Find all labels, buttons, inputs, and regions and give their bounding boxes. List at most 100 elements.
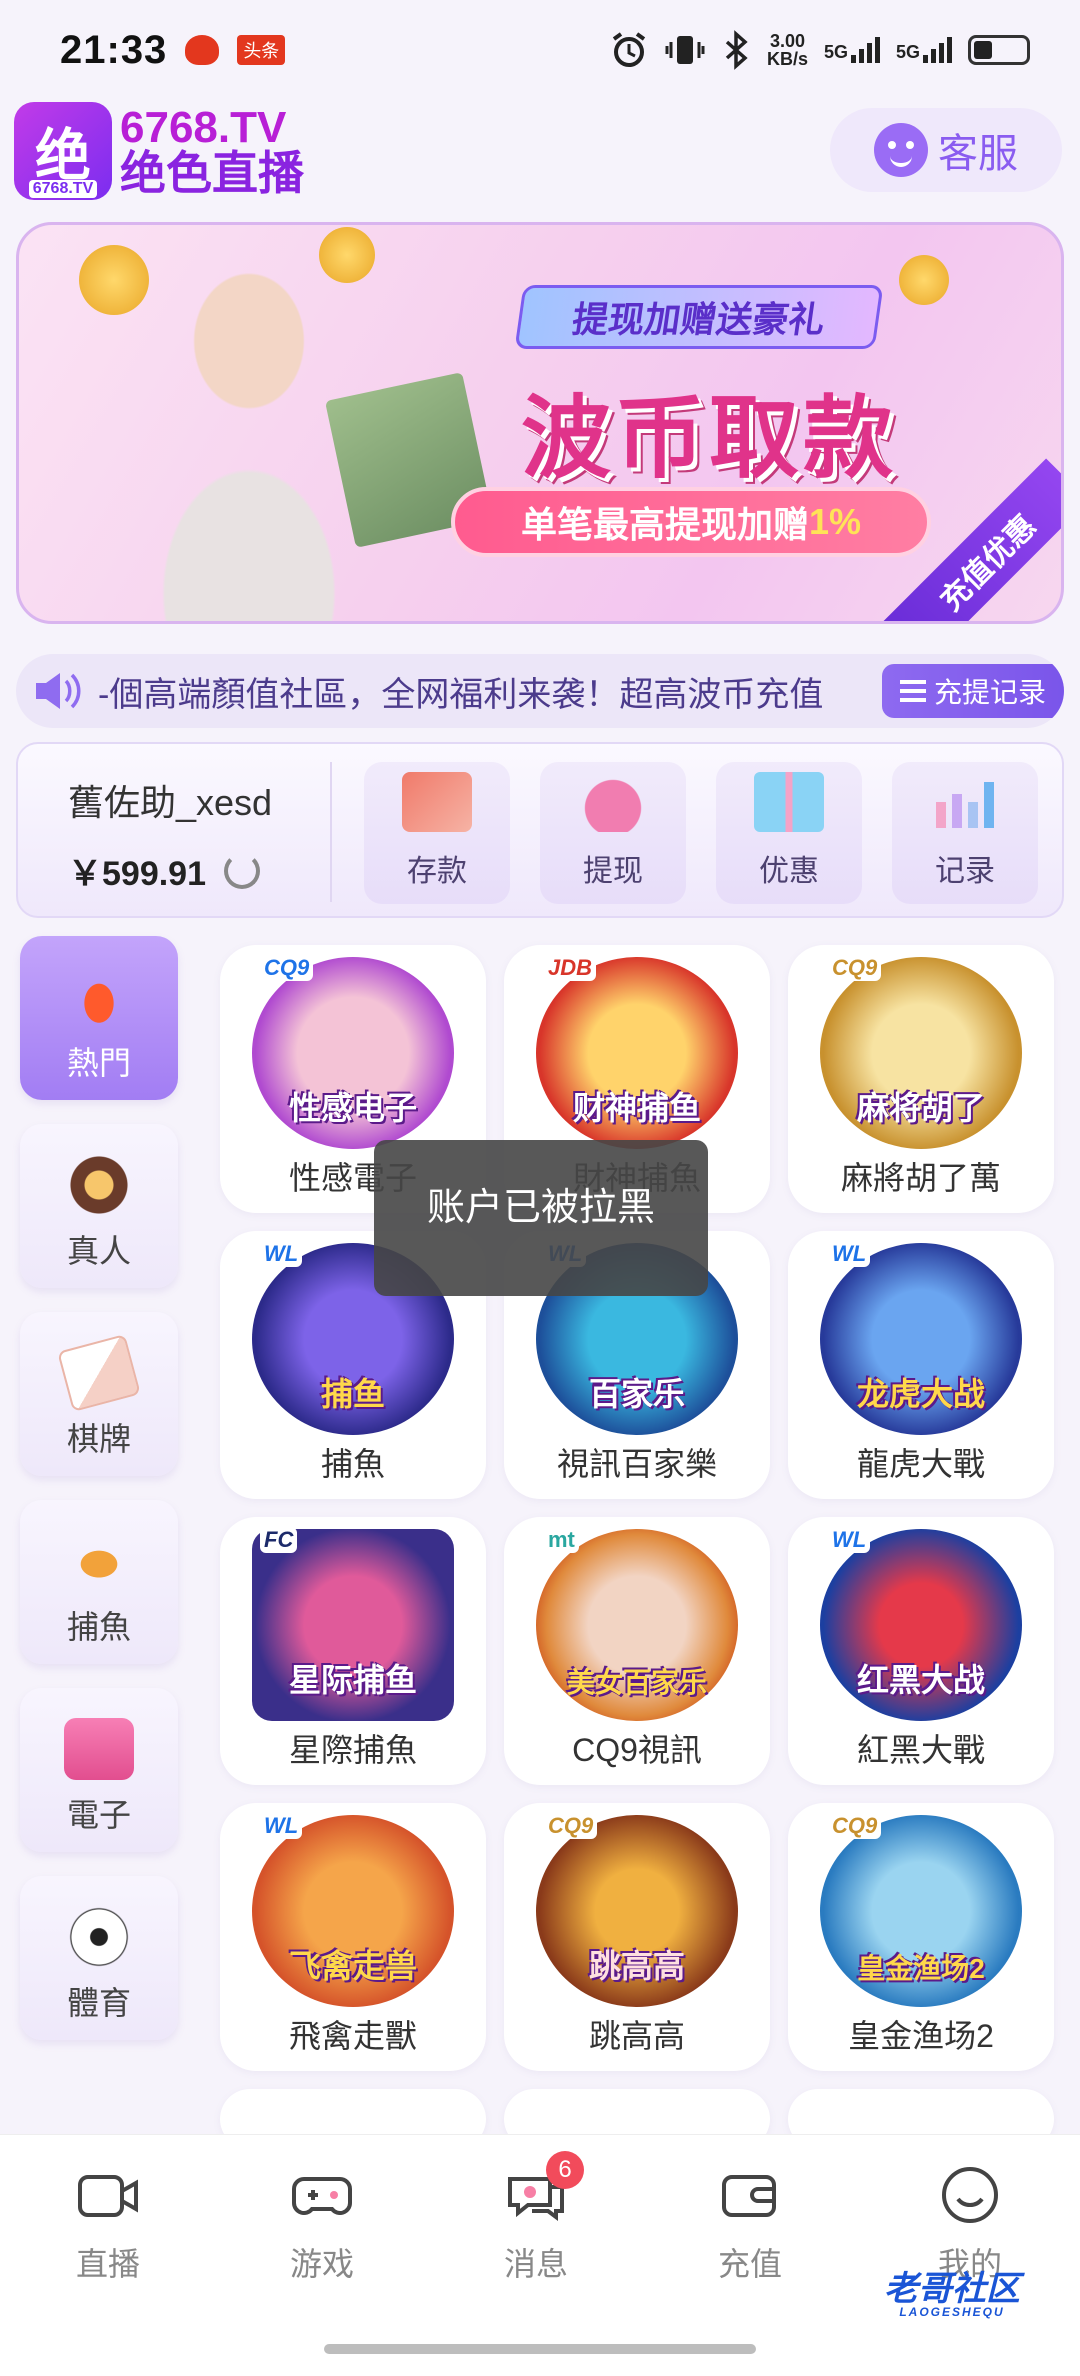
game-art: mt 美女百家乐 bbox=[536, 1527, 738, 1721]
game-card[interactable]: CQ9 麻将胡了 麻將胡了萬 bbox=[788, 945, 1054, 1213]
refresh-icon[interactable] bbox=[224, 852, 260, 889]
category-sidebar: 熱門 真人 棋牌 捕魚 電子 體育 bbox=[20, 936, 180, 2064]
wallet-icon bbox=[722, 2175, 776, 2217]
game-art-title: 财神捕鱼 bbox=[572, 1090, 701, 1126]
speed-unit: KB/s bbox=[766, 49, 808, 69]
game-art: CQ9 性感电子 bbox=[252, 955, 454, 1149]
camera-icon bbox=[78, 2175, 138, 2217]
game-card[interactable]: WL 龙虎大战 龍虎大戰 bbox=[788, 1231, 1054, 1499]
game-art: FC 星际捕鱼 bbox=[252, 1527, 454, 1721]
cards-icon bbox=[57, 1333, 141, 1413]
watermark-text: 老哥社区 bbox=[884, 2270, 1020, 2308]
action-label: 存款 bbox=[407, 855, 467, 888]
game-art: CQ9 皇金渔场2 bbox=[820, 1813, 1022, 2007]
deposit-button[interactable]: 存款 bbox=[364, 762, 510, 904]
sidebar-item-live[interactable]: 真人 bbox=[20, 1124, 178, 1288]
provider-logo: WL bbox=[260, 1813, 303, 1839]
tab-live[interactable]: 直播 bbox=[38, 2165, 178, 2285]
tab-messages[interactable]: 6 消息 bbox=[466, 2151, 606, 2285]
game-art-title: 皇金渔场2 bbox=[857, 1953, 985, 1984]
signal-2: 5G bbox=[896, 37, 952, 63]
header: 绝 6768.TV 6768.TV 绝色直播 客服 bbox=[0, 98, 1080, 208]
action-label: 优惠 bbox=[759, 855, 819, 888]
watermark-subtext: LAOGESHEQU bbox=[899, 2305, 1005, 2319]
toast-message: 账户已被拉黑 bbox=[374, 1140, 708, 1296]
tab-profile[interactable]: 我的 bbox=[900, 2165, 1040, 2285]
gift-icon bbox=[754, 772, 824, 832]
home-indicator[interactable] bbox=[324, 2344, 756, 2354]
balance-value: ￥599.91 bbox=[68, 855, 206, 893]
provider-logo: WL bbox=[828, 1527, 871, 1553]
watermark-logo: 老哥社区 LAOGESHEQU bbox=[842, 2272, 1062, 2342]
game-name: 星際捕魚 bbox=[288, 1732, 417, 1768]
speed-value: 3.00 bbox=[769, 31, 805, 51]
gamepad-icon bbox=[292, 2177, 352, 2215]
sidebar-item-label: 熱門 bbox=[66, 1045, 131, 1081]
speaker-icon bbox=[32, 669, 92, 713]
sidebar-item-sports[interactable]: 體育 bbox=[20, 1876, 178, 2040]
sidebar-item-label: 體育 bbox=[66, 1985, 131, 2021]
game-art: WL 飞禽走兽 bbox=[252, 1813, 454, 2007]
app-logo: 绝 6768.TV 6768.TV 绝色直播 bbox=[14, 102, 304, 200]
tab-label: 游戏 bbox=[289, 2246, 354, 2282]
sidebar-item-label: 棋牌 bbox=[66, 1421, 131, 1457]
game-art-title: 星际捕鱼 bbox=[288, 1662, 417, 1698]
network-speed: 3.00 KB/s bbox=[767, 32, 808, 68]
provider-logo: mt bbox=[544, 1527, 579, 1553]
provider-logo: FC bbox=[260, 1527, 298, 1553]
game-name: 紅黑大戰 bbox=[856, 1732, 985, 1768]
record-label: 充提记录 bbox=[933, 677, 1046, 708]
banner-tag: 提现加赠送豪礼 bbox=[514, 285, 884, 349]
list-icon bbox=[899, 680, 926, 702]
service-label: 客服 bbox=[938, 132, 1018, 176]
chip-icon bbox=[64, 1154, 134, 1216]
game-card[interactable]: WL 飞禽走兽 飛禽走獸 bbox=[220, 1803, 486, 2071]
money-bag-icon bbox=[578, 772, 648, 832]
fish-icon bbox=[64, 1530, 134, 1592]
customer-service-button[interactable]: 客服 bbox=[830, 108, 1062, 192]
game-card[interactable]: mt 美女百家乐 CQ9視訊 bbox=[504, 1517, 770, 1785]
game-name: 皇金渔场2 bbox=[848, 2018, 994, 2054]
toutiao-badge: 头条 bbox=[237, 35, 286, 65]
tab-games[interactable]: 游戏 bbox=[252, 2165, 392, 2285]
game-card[interactable]: CQ9 跳高高 跳高高 bbox=[504, 1803, 770, 2071]
action-label: 记录 bbox=[935, 855, 995, 888]
signal-bars-icon bbox=[850, 37, 880, 63]
sidebar-item-label: 捕魚 bbox=[66, 1609, 131, 1645]
username: 舊佐助_xesd bbox=[68, 782, 273, 823]
sidebar-item-slots[interactable]: 電子 bbox=[20, 1688, 178, 1852]
status-bar: 21:33 头条 3.00 KB/s 5G 5G bbox=[0, 0, 1080, 100]
game-name: 龍虎大戰 bbox=[856, 1446, 985, 1482]
provider-logo: JDB bbox=[544, 955, 597, 981]
bar-chart-icon bbox=[936, 782, 994, 828]
sidebar-item-cards[interactable]: 棋牌 bbox=[20, 1312, 178, 1476]
game-card[interactable]: CQ9 皇金渔场2 皇金渔场2 bbox=[788, 1803, 1054, 2071]
soccer-ball-icon bbox=[64, 1906, 134, 1968]
sidebar-item-label: 電子 bbox=[66, 1797, 131, 1833]
tab-label: 直播 bbox=[75, 2246, 140, 2282]
promotions-button[interactable]: 优惠 bbox=[716, 762, 862, 904]
provider-logo: CQ9 bbox=[828, 1813, 882, 1839]
game-art-title: 龙虎大战 bbox=[856, 1376, 985, 1412]
records-button[interactable]: 记录 bbox=[892, 762, 1038, 904]
promo-banner[interactable]: 提现加赠送豪礼 波币取款 单笔最高提现加赠 1% 充值优惠 bbox=[16, 222, 1064, 624]
deposit-withdraw-record-button[interactable]: 充提记录 bbox=[881, 664, 1064, 718]
banner-subtitle-highlight: 1% bbox=[808, 501, 862, 542]
game-card[interactable]: FC 星际捕鱼 星際捕魚 bbox=[220, 1517, 486, 1785]
provider-logo: CQ9 bbox=[828, 955, 882, 981]
game-name: 麻將胡了萬 bbox=[840, 1160, 1001, 1196]
game-art: WL 龙虎大战 bbox=[820, 1241, 1022, 1435]
sidebar-item-label: 真人 bbox=[66, 1233, 131, 1269]
withdraw-button[interactable]: 提现 bbox=[540, 762, 686, 904]
logo-line1: 6768.TV bbox=[120, 103, 287, 152]
coin-icon bbox=[899, 255, 949, 305]
logo-badge: 绝 6768.TV bbox=[14, 102, 112, 200]
sidebar-item-fishing[interactable]: 捕魚 bbox=[20, 1500, 178, 1664]
tab-recharge[interactable]: 充值 bbox=[680, 2165, 820, 2285]
game-art-title: 美女百家乐 bbox=[566, 1667, 707, 1698]
chat-icon-wrap: 6 bbox=[504, 2151, 584, 2225]
banner-subtitle-text: 单笔最高提现加赠 bbox=[520, 504, 809, 545]
game-card[interactable]: WL 红黑大战 紅黑大戰 bbox=[788, 1517, 1054, 1785]
game-name: 視訊百家樂 bbox=[556, 1446, 717, 1482]
sidebar-item-hot[interactable]: 熱門 bbox=[20, 936, 178, 1100]
